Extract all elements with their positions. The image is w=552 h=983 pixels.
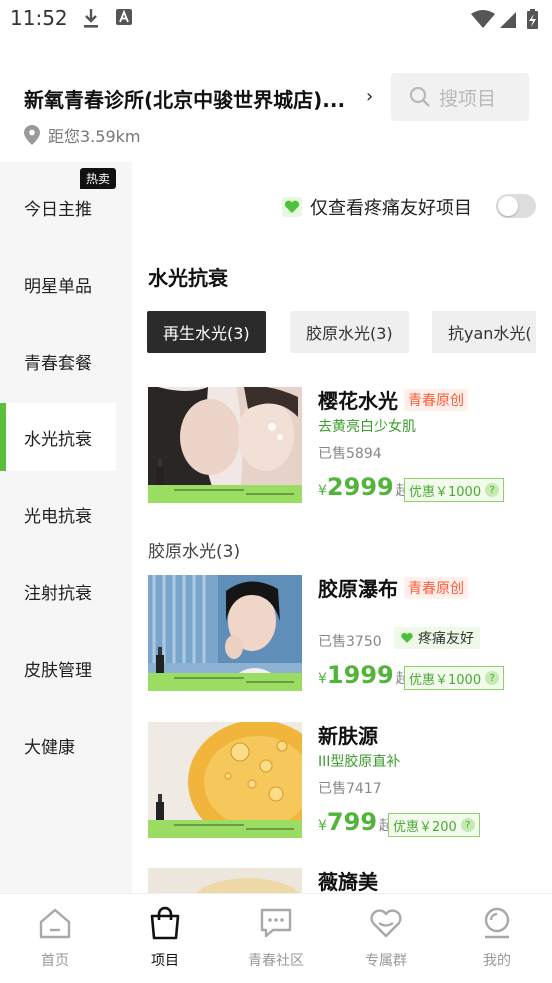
- product-name: 胶原瀑布 青春原创: [318, 573, 468, 602]
- green-heart-icon: [282, 197, 302, 217]
- pain-friendly-filter[interactable]: 仅查看疼痛友好项目: [282, 194, 472, 220]
- coupon-badge[interactable]: 优惠￥1000?: [404, 478, 505, 502]
- sold-count: 已售7417: [318, 781, 382, 797]
- help-icon[interactable]: ?: [485, 483, 500, 497]
- chat-icon: [260, 908, 292, 938]
- section-title: 水光抗衰: [148, 266, 228, 290]
- profile-icon: [484, 907, 510, 939]
- green-heart-icon: [401, 632, 413, 643]
- distance-info: 距您3.59km: [24, 123, 140, 147]
- product-image: [148, 868, 302, 893]
- tab-community[interactable]: 青春社区: [221, 894, 331, 983]
- store-name[interactable]: 新氧青春诊所(北京中骏世界城店)...: [24, 84, 345, 113]
- chip-collagen[interactable]: 胶原水光(3): [290, 311, 409, 353]
- tab-group[interactable]: 专属群: [331, 894, 441, 983]
- product-price: ¥2999 起: [318, 473, 410, 501]
- product-price: ¥1999 起: [318, 661, 410, 689]
- heart-group-icon: [370, 909, 402, 938]
- tab-home[interactable]: 首页: [0, 894, 110, 983]
- coupon-badge[interactable]: 优惠￥200?: [388, 813, 480, 837]
- hot-badge: 热卖: [80, 168, 117, 189]
- chevron-right-icon[interactable]: ›: [366, 86, 373, 107]
- product-card[interactable]: 薇旖美: [148, 868, 536, 893]
- product-subtitle: III型胶原直补: [318, 754, 401, 770]
- subsection-title: 胶原水光(3): [148, 542, 241, 562]
- app-notification-icon: [116, 9, 132, 25]
- download-icon: [84, 9, 98, 28]
- sidebar-item-skincare[interactable]: 皮肤管理: [0, 634, 116, 702]
- sold-count: 已售3750: [318, 634, 382, 650]
- chip-antiglycation[interactable]: 抗yan水光(: [432, 311, 536, 353]
- product-content: 水光抗衰 再生水光(3) 胶原水光(3) 抗yan水光( 樱花水光 青春原创 去黄…: [132, 242, 536, 893]
- original-tag: 青春原创: [404, 577, 468, 599]
- status-time: 11:52: [10, 6, 68, 30]
- sidebar-item-photoelectric[interactable]: 光电抗衰: [0, 480, 116, 548]
- product-price: ¥799 起: [318, 808, 394, 836]
- help-icon[interactable]: ?: [460, 818, 475, 832]
- sidebar-item-health[interactable]: 大健康: [0, 711, 116, 779]
- tab-projects[interactable]: 项目: [110, 894, 220, 983]
- product-card[interactable]: 新肤源 III型胶原直补 已售7417 ¥799 起 优惠￥200?: [148, 722, 536, 840]
- search-box[interactable]: 搜项目: [391, 73, 529, 121]
- bottom-tab-bar: 首页 项目 青春社区 专属群 我的: [0, 893, 552, 983]
- product-image: [148, 575, 302, 691]
- status-bar: 11:52: [0, 0, 552, 40]
- product-name: 薇旖美: [318, 870, 378, 893]
- sidebar-item-package[interactable]: 青春套餐: [0, 327, 116, 395]
- signal-battery-icon: [471, 9, 538, 29]
- shopping-bag-icon: [150, 906, 180, 940]
- distance-text: 距您3.59km: [48, 127, 141, 146]
- pain-friendly-tag: 疼痛友好: [394, 627, 480, 649]
- product-image: [148, 387, 302, 503]
- original-tag: 青春原创: [404, 389, 468, 411]
- chip-regenerative[interactable]: 再生水光(3): [147, 311, 266, 353]
- product-name: 新肤源: [318, 724, 378, 748]
- product-card[interactable]: 樱花水光 青春原创 去黄亮白少女肌 已售5894 ¥2999 起 优惠￥1000?: [148, 387, 536, 505]
- sidebar-item-star[interactable]: 明星单品: [0, 250, 116, 318]
- product-subtitle: 去黄亮白少女肌: [318, 419, 416, 435]
- location-pin-icon: [24, 125, 40, 145]
- pain-friendly-label: 仅查看疼痛友好项目: [310, 198, 472, 219]
- search-placeholder: 搜项目: [439, 87, 497, 110]
- sidebar-item-injection[interactable]: 注射抗衰: [0, 557, 116, 625]
- product-card[interactable]: 胶原瀑布 青春原创 已售3750 疼痛友好 ¥1999 起 优惠￥1000?: [148, 575, 536, 693]
- pain-friendly-toggle[interactable]: [496, 194, 536, 218]
- tab-mine[interactable]: 我的: [442, 894, 552, 983]
- search-icon: [409, 86, 430, 107]
- sidebar-item-hydrating[interactable]: 水光抗衰: [0, 403, 116, 471]
- product-image: [148, 722, 302, 838]
- home-icon: [39, 908, 71, 939]
- sold-count: 已售5894: [318, 446, 382, 462]
- product-name: 樱花水光 青春原创: [318, 385, 468, 414]
- coupon-badge[interactable]: 优惠￥1000?: [404, 666, 505, 690]
- category-sidebar: 今日主推 明星单品 青春套餐 水光抗衰 光电抗衰 注射抗衰 皮肤管理 大健康: [0, 162, 132, 893]
- help-icon[interactable]: ?: [485, 671, 500, 685]
